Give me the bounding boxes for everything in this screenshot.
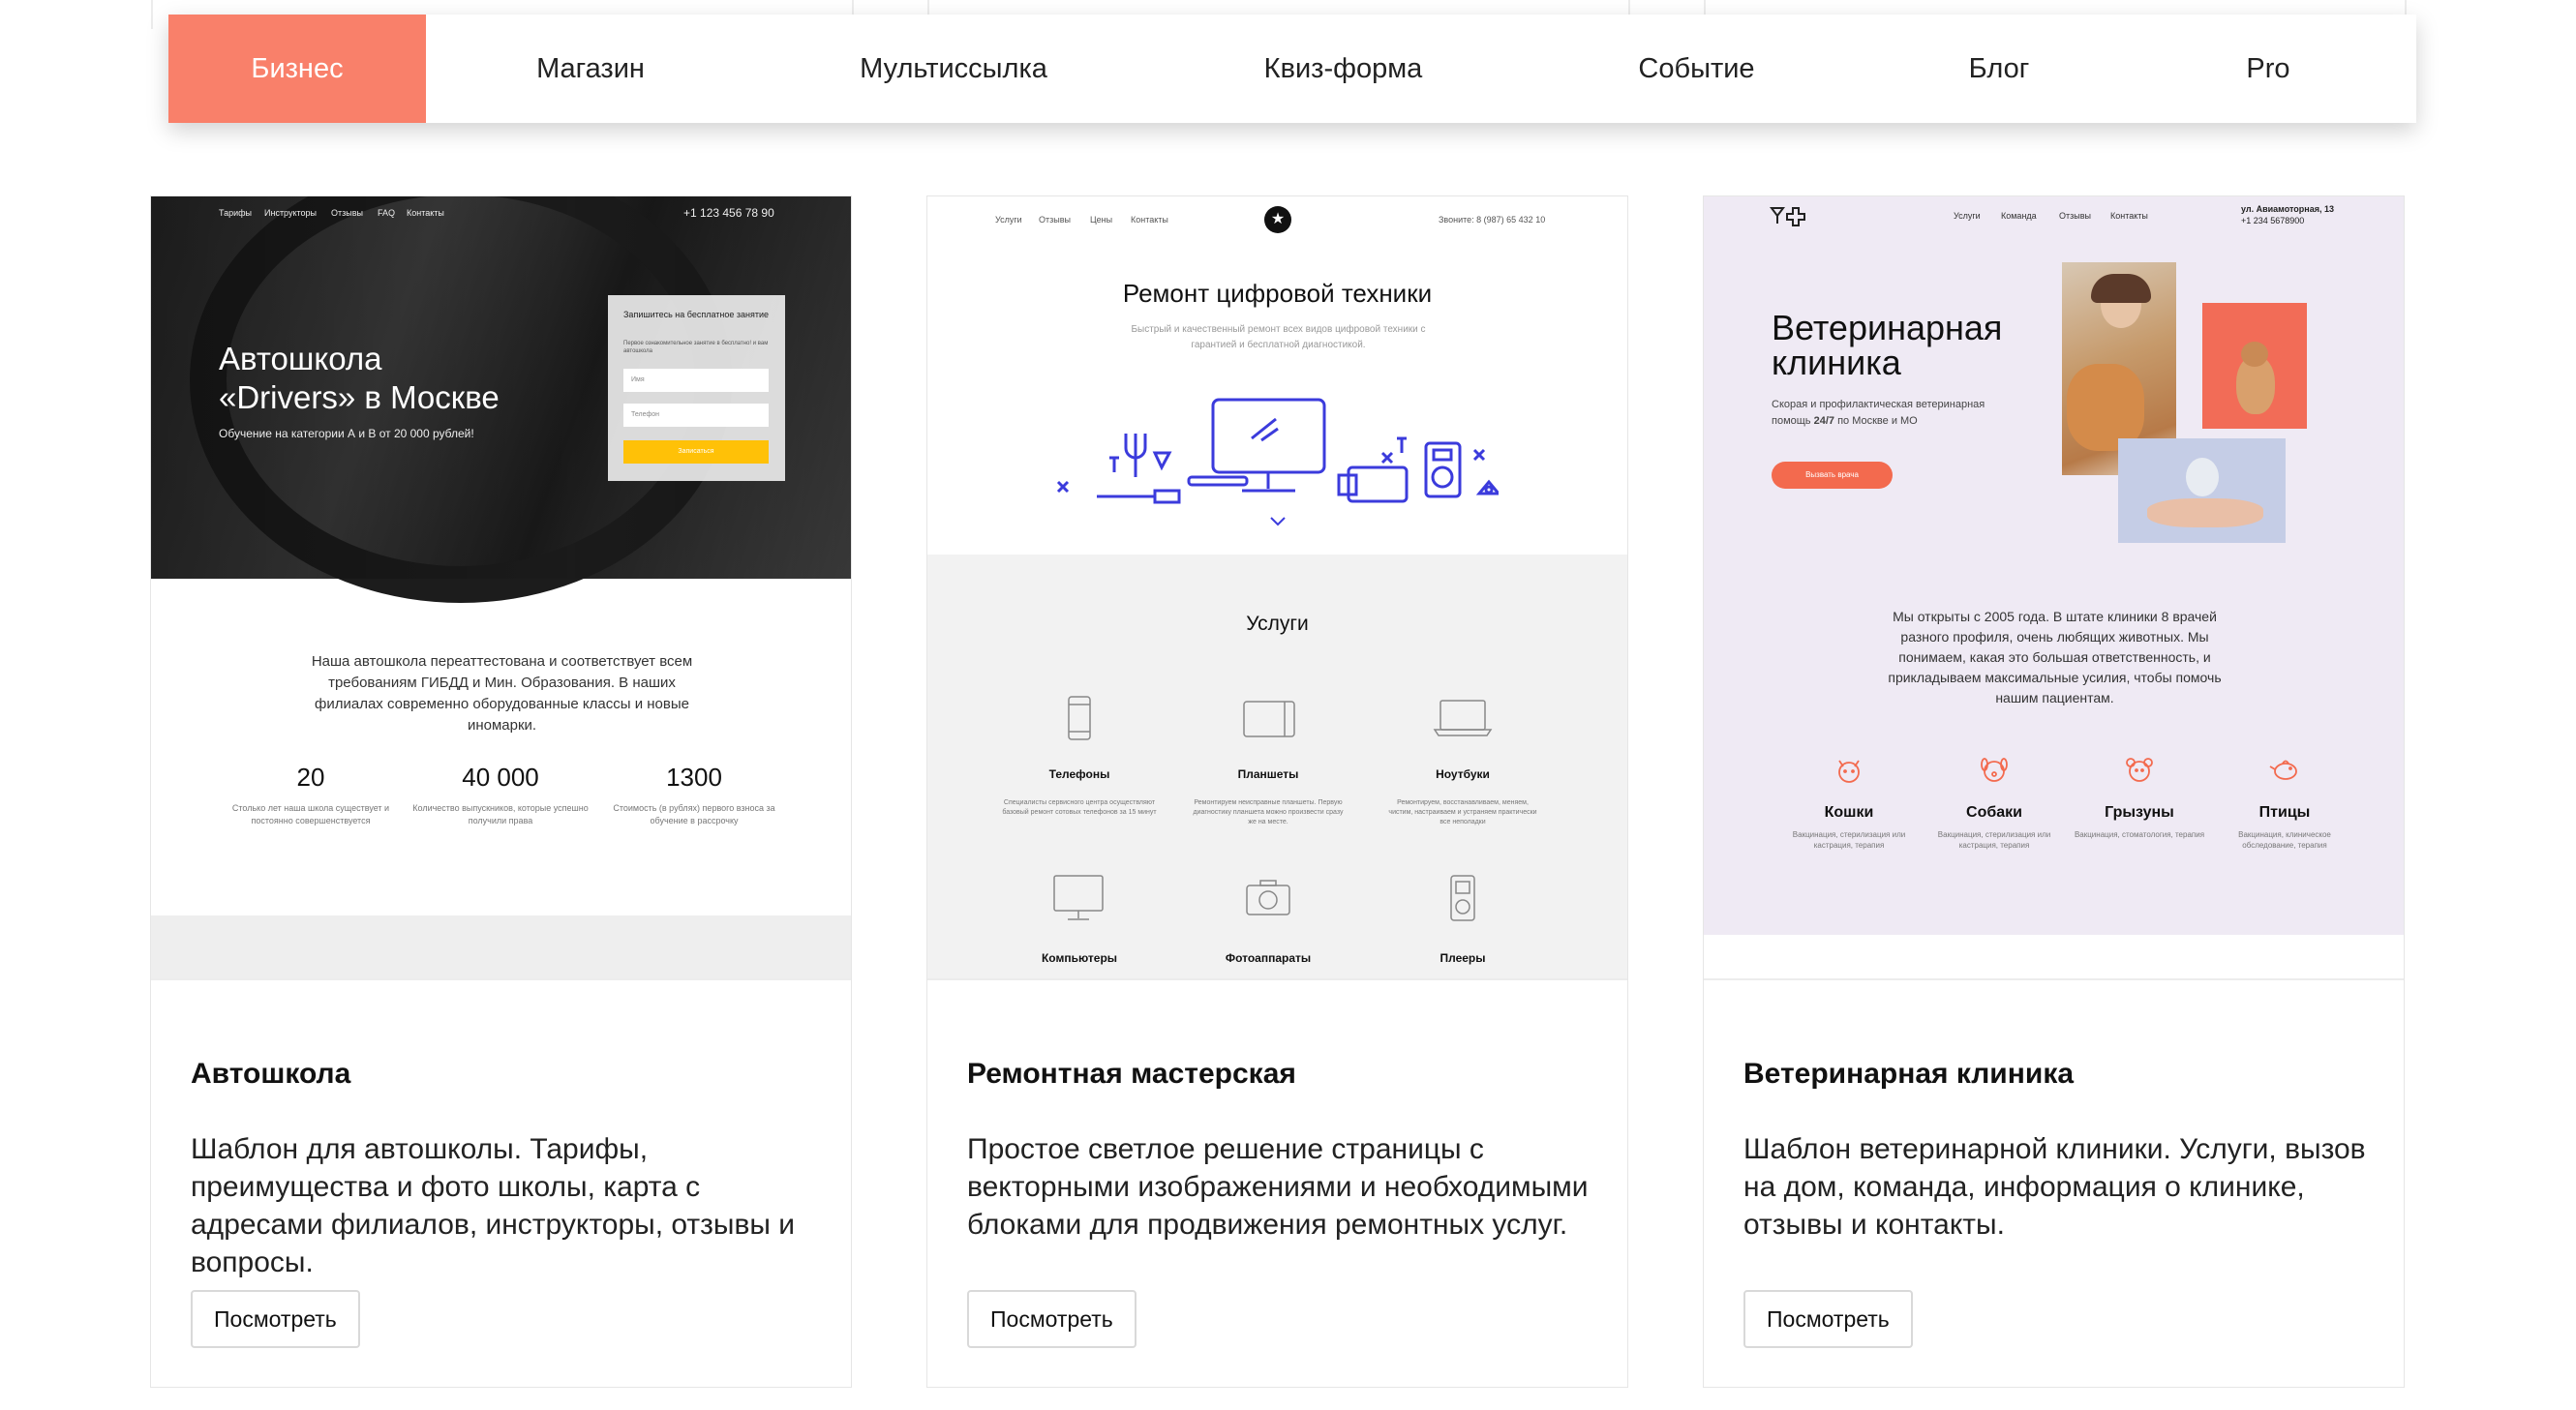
card-description: Шаблон ветеринарной клиники. Услуги, выз… xyxy=(1743,1133,2366,1241)
template-preview[interactable]: Услуги Отзывы Цены Контакты ★ Звоните: 8… xyxy=(927,196,1627,980)
preview-stat: 1300 Стоимость (в рублях) первого взноса… xyxy=(613,763,775,825)
view-template-button[interactable]: Посмотреть xyxy=(191,1290,360,1348)
template-card-vet-clinic[interactable]: Услуги Команда Отзывы Контакты ул. Авиам… xyxy=(1703,195,2405,1388)
form-submit-button: Записаться xyxy=(623,440,769,464)
template-preview[interactable]: Тарифы Инструкторы Отзывы FAQ Контакты +… xyxy=(151,196,851,980)
preview-subheading: Обучение на категории А и В от 20 000 ру… xyxy=(219,427,474,440)
service-description: Ремонтируем, восстанавливаем, меняем, чи… xyxy=(1388,799,1537,825)
dog-icon xyxy=(1981,758,2008,782)
star-icon: ★ xyxy=(1264,206,1291,233)
services-title: Услуги xyxy=(1246,613,1309,635)
preview-about-text: Мы открыты с 2005 года. В штате клиники … xyxy=(1888,609,2222,705)
preview-heading: Автошкола «Drivers» в Москве xyxy=(219,341,500,415)
tab-blog[interactable]: Блог xyxy=(1859,15,2139,123)
service-label: Телефоны xyxy=(1048,767,1110,781)
preview-nav-item: Инструкторы xyxy=(264,208,318,218)
preview-nav-item: Услуги xyxy=(1954,211,1981,221)
tab-pro[interactable]: Pro xyxy=(2139,15,2397,123)
camera-icon xyxy=(1246,880,1290,915)
view-template-button[interactable]: Посмотреть xyxy=(1743,1290,1913,1348)
preview-heading: Ремонт цифровой техники xyxy=(1122,279,1433,308)
cat-photo xyxy=(2202,303,2307,429)
form-name-field: Имя xyxy=(623,369,769,392)
preview-nav-item: Отзывы xyxy=(1039,215,1071,225)
preview-nav-item: Услуги xyxy=(995,215,1022,225)
player-icon xyxy=(1450,875,1475,921)
rodent-icon xyxy=(2126,758,2153,782)
divider xyxy=(151,0,153,29)
service-label: Планшеты xyxy=(1237,767,1299,781)
preview-about-text: Наша автошкола переаттестована и соответ… xyxy=(311,653,693,734)
preview-subheading: Быстрый и качественный ремонт всех видов… xyxy=(1131,324,1426,350)
card-title: Автошкола xyxy=(191,1058,351,1090)
pet-service: Собаки Вакцинация, стерилизация или каст… xyxy=(1926,753,2062,851)
tab-event[interactable]: Событие xyxy=(1534,15,1859,123)
preview-contacts: ул. Авиамоторная, 13 +1 234 5678900 xyxy=(2241,204,2334,225)
view-template-button[interactable]: Посмотреть xyxy=(967,1290,1136,1348)
preview-nav-item: Отзывы xyxy=(2059,211,2091,221)
preview-nav-item: Контакты xyxy=(407,208,444,218)
preview-footer-band xyxy=(151,915,851,980)
card-title: Ремонтная мастерская xyxy=(967,1058,1296,1090)
preview-stat: 40 000 Количество выпускников, которые у… xyxy=(412,763,589,825)
form-title: Запишитесь на бесплатное занятие xyxy=(623,310,770,319)
service-label: Компьютеры xyxy=(1041,951,1118,965)
tablet-icon xyxy=(1243,701,1295,737)
tab-quiz-form[interactable]: Квиз-форма xyxy=(1152,15,1534,123)
template-card-driving-school[interactable]: Тарифы Инструкторы Отзывы FAQ Контакты +… xyxy=(150,195,852,1388)
pet-service: Птицы Вакцинация, клиническое обследован… xyxy=(2217,753,2352,851)
pet-service: Кошки Вакцинация, стерилизация или кастр… xyxy=(1781,753,1917,851)
divider xyxy=(927,978,1627,980)
service-description: Специалисты сервисного центра осуществля… xyxy=(1002,799,1157,816)
template-card-repair-shop[interactable]: Услуги Отзывы Цены Контакты ★ Звоните: 8… xyxy=(926,195,1628,1388)
service-label: Ноутбуки xyxy=(1436,767,1490,781)
bird-photo xyxy=(2118,438,2286,543)
preview-nav-item: Цены xyxy=(1090,215,1113,225)
preview-nav-item: Контакты xyxy=(1131,215,1168,225)
service-label: Плееры xyxy=(1440,951,1486,965)
preview-phone: Звоните: 8 (987) 65 432 10 xyxy=(1439,215,1546,225)
preview-stat: 20 Столько лет наша школа существует и п… xyxy=(231,763,390,825)
cat-icon xyxy=(1838,760,1860,783)
card-description: Шаблон для автошколы. Тарифы, преимущест… xyxy=(191,1133,796,1278)
service-description: Ремонтируем неисправные планшеты. Первую… xyxy=(1193,799,1344,825)
divider xyxy=(151,978,851,980)
preview-signup-form: Запишитесь на бесплатное занятие Первое … xyxy=(608,295,785,481)
bird-icon xyxy=(2269,760,2297,780)
laptop-icon xyxy=(1433,700,1493,736)
preview-nav-item: FAQ xyxy=(378,208,396,218)
template-preview[interactable]: Услуги Команда Отзывы Контакты ул. Авиам… xyxy=(1704,196,2404,980)
monitor-icon xyxy=(1053,875,1104,920)
vet-logo-icon xyxy=(1770,207,1805,226)
card-description: Простое светлое решение страницы с векто… xyxy=(967,1133,1589,1241)
tab-shop[interactable]: Магазин xyxy=(426,15,755,123)
preview-nav-item: Тарифы xyxy=(219,208,253,218)
phone-icon xyxy=(1068,696,1091,740)
form-phone-field: Телефон xyxy=(623,404,769,427)
divider xyxy=(1704,978,2404,980)
tab-business[interactable]: Бизнес xyxy=(168,15,426,123)
category-tabs: Бизнес Магазин Мультиссылка Квиз-форма С… xyxy=(168,15,2416,123)
service-label: Фотоаппараты xyxy=(1225,951,1312,965)
card-title: Ветеринарная клиника xyxy=(1743,1058,2075,1090)
call-doctor-button: Вызвать врача xyxy=(1772,462,1893,489)
preview-nav-item: Контакты xyxy=(2110,211,2148,221)
chevron-down-icon xyxy=(1270,517,1286,526)
preview-phone: +1 123 456 78 90 xyxy=(683,206,774,220)
preview-subheading: Скорая и профилактическая ветеринарная п… xyxy=(1772,399,1985,427)
pet-service: Грызуны Вакцинация, стоматология, терапи… xyxy=(2072,753,2207,840)
preview-nav-item: Отзывы xyxy=(331,208,363,218)
form-subtitle: Первое ознакомительное занятие в бесплат… xyxy=(623,341,769,354)
preview-nav-item: Команда xyxy=(2001,211,2037,221)
preview-heading: Ветеринарная клиника xyxy=(1772,308,2003,382)
tab-multilink[interactable]: Мультиссылка xyxy=(755,15,1152,123)
